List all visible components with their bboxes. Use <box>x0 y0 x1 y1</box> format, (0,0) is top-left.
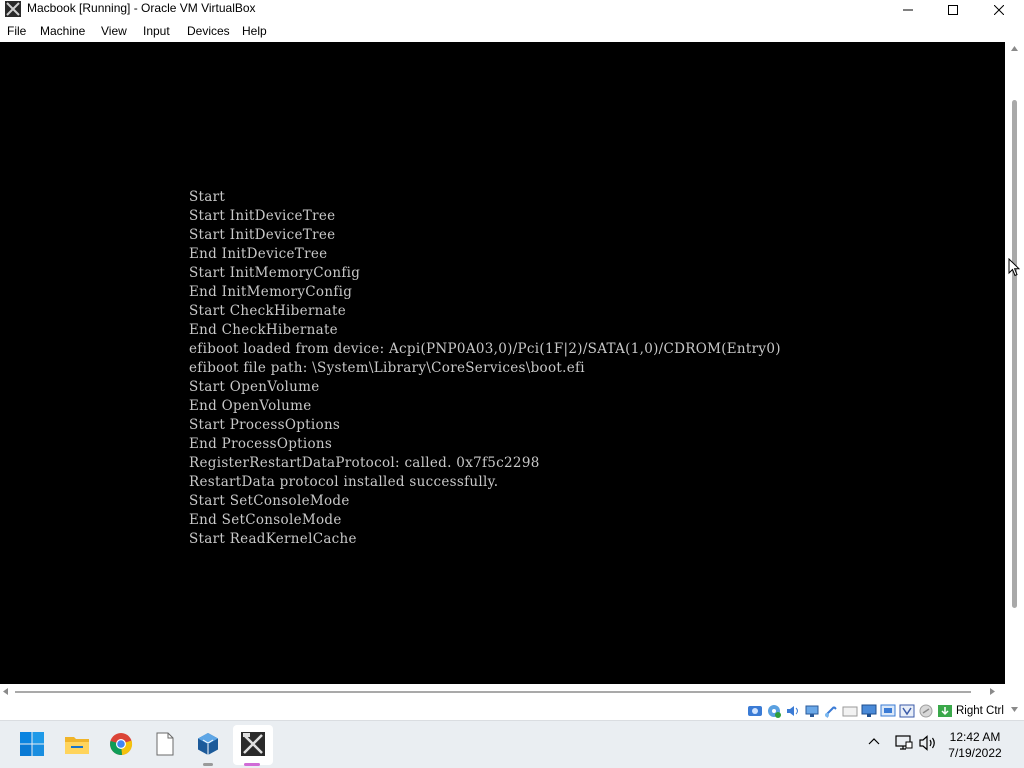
console-line: End OpenVolume <box>189 398 312 414</box>
shared-folders-icon[interactable] <box>842 704 858 718</box>
clock-time: 12:42 AM <box>949 730 1001 744</box>
console-line: Start InitDeviceTree <box>189 227 336 243</box>
console-line: RestartData protocol installed successfu… <box>189 474 499 490</box>
window-title: Macbook [Running] - Oracle VM VirtualBox <box>27 1 256 15</box>
console-line: Start ReadKernelCache <box>189 531 357 547</box>
scroll-up-arrow-icon[interactable] <box>1011 46 1018 51</box>
minimize-icon <box>903 9 913 11</box>
mouse-pointer-icon <box>1008 258 1020 277</box>
recording-icon[interactable] <box>880 704 896 718</box>
boot-console: Start Start InitDeviceTree Start InitDev… <box>189 188 781 549</box>
horizontal-scrollbar[interactable] <box>0 684 1005 700</box>
file-explorer-icon[interactable] <box>63 730 91 758</box>
scroll-down-arrow-icon[interactable] <box>1011 707 1018 712</box>
console-line: Start SetConsoleMode <box>189 493 350 509</box>
taskbar: 12:42 AM 7/19/2022 <box>0 720 1024 768</box>
mouse-integration-icon[interactable] <box>918 704 934 718</box>
network-icon[interactable] <box>804 704 820 718</box>
menu-devices[interactable]: Devices <box>187 24 230 38</box>
usb-icon[interactable] <box>823 704 839 718</box>
cpu-icon[interactable] <box>899 704 915 718</box>
optical-drive-icon[interactable] <box>766 704 782 718</box>
minimize-button[interactable] <box>885 0 931 20</box>
volume-icon[interactable] <box>919 735 937 751</box>
menu-input[interactable]: Input <box>143 24 170 38</box>
virtualbox-icon[interactable] <box>5 1 21 17</box>
console-line: Start InitMemoryConfig <box>189 265 361 281</box>
clock-date: 7/19/2022 <box>948 746 1002 760</box>
network-icon[interactable] <box>895 735 913 751</box>
virtualbox-manager-icon[interactable] <box>194 730 222 758</box>
hard-disk-icon[interactable] <box>747 704 763 718</box>
virtualbox-vm-icon[interactable] <box>239 730 267 758</box>
maximize-icon <box>948 5 958 15</box>
console-line: Start InitDeviceTree <box>189 208 336 224</box>
console-line: Start OpenVolume <box>189 379 320 395</box>
app-active-indicator <box>244 763 260 766</box>
console-line: Start <box>189 189 226 205</box>
keyboard-icon[interactable] <box>937 704 953 718</box>
chrome-icon[interactable] <box>107 730 135 758</box>
menu-view[interactable]: View <box>101 24 127 38</box>
menu-file[interactable]: File <box>7 24 26 38</box>
system-clock[interactable]: 12:42 AM 7/19/2022 <box>944 729 1006 761</box>
console-line: Start CheckHibernate <box>189 303 346 319</box>
menu-bar: File Machine View Input Devices Help <box>0 20 1024 42</box>
host-key-label: Right Ctrl <box>956 705 1004 717</box>
horizontal-scroll-thumb[interactable] <box>15 691 971 693</box>
menu-machine[interactable]: Machine <box>40 24 85 38</box>
vm-display[interactable]: Start Start InitDeviceTree Start InitDev… <box>0 42 1005 684</box>
console-line: End CheckHibernate <box>189 322 338 338</box>
console-line: Start ProcessOptions <box>189 417 341 433</box>
notepad-icon[interactable] <box>151 730 179 758</box>
windows-start-icon[interactable] <box>18 730 46 758</box>
console-line: efiboot file path: \System\Library\CoreS… <box>189 360 585 376</box>
scroll-left-arrow-icon[interactable] <box>3 688 8 695</box>
console-line: End ProcessOptions <box>189 436 333 452</box>
menu-help[interactable]: Help <box>242 24 267 38</box>
console-line: End InitDeviceTree <box>189 246 328 262</box>
title-bar: Macbook [Running] - Oracle VM VirtualBox <box>0 0 1024 20</box>
console-line: End SetConsoleMode <box>189 512 342 528</box>
console-line: efiboot loaded from device: Acpi(PNP0A03… <box>189 341 781 357</box>
scroll-right-arrow-icon[interactable] <box>990 688 995 695</box>
vertical-scrollbar[interactable] <box>1005 42 1024 720</box>
console-line: RegisterRestartDataProtocol: called. 0x7… <box>189 455 540 471</box>
close-icon <box>994 5 1004 15</box>
audio-icon[interactable] <box>785 704 801 718</box>
maximize-button[interactable] <box>930 0 976 20</box>
status-bar: Right Ctrl <box>0 700 1005 720</box>
close-button[interactable] <box>976 0 1022 20</box>
display-icon[interactable] <box>861 704 877 718</box>
console-line: End InitMemoryConfig <box>189 284 353 300</box>
app-running-indicator <box>203 763 213 766</box>
vertical-scroll-thumb[interactable] <box>1012 100 1017 608</box>
chevron-up-icon[interactable] <box>868 737 880 745</box>
